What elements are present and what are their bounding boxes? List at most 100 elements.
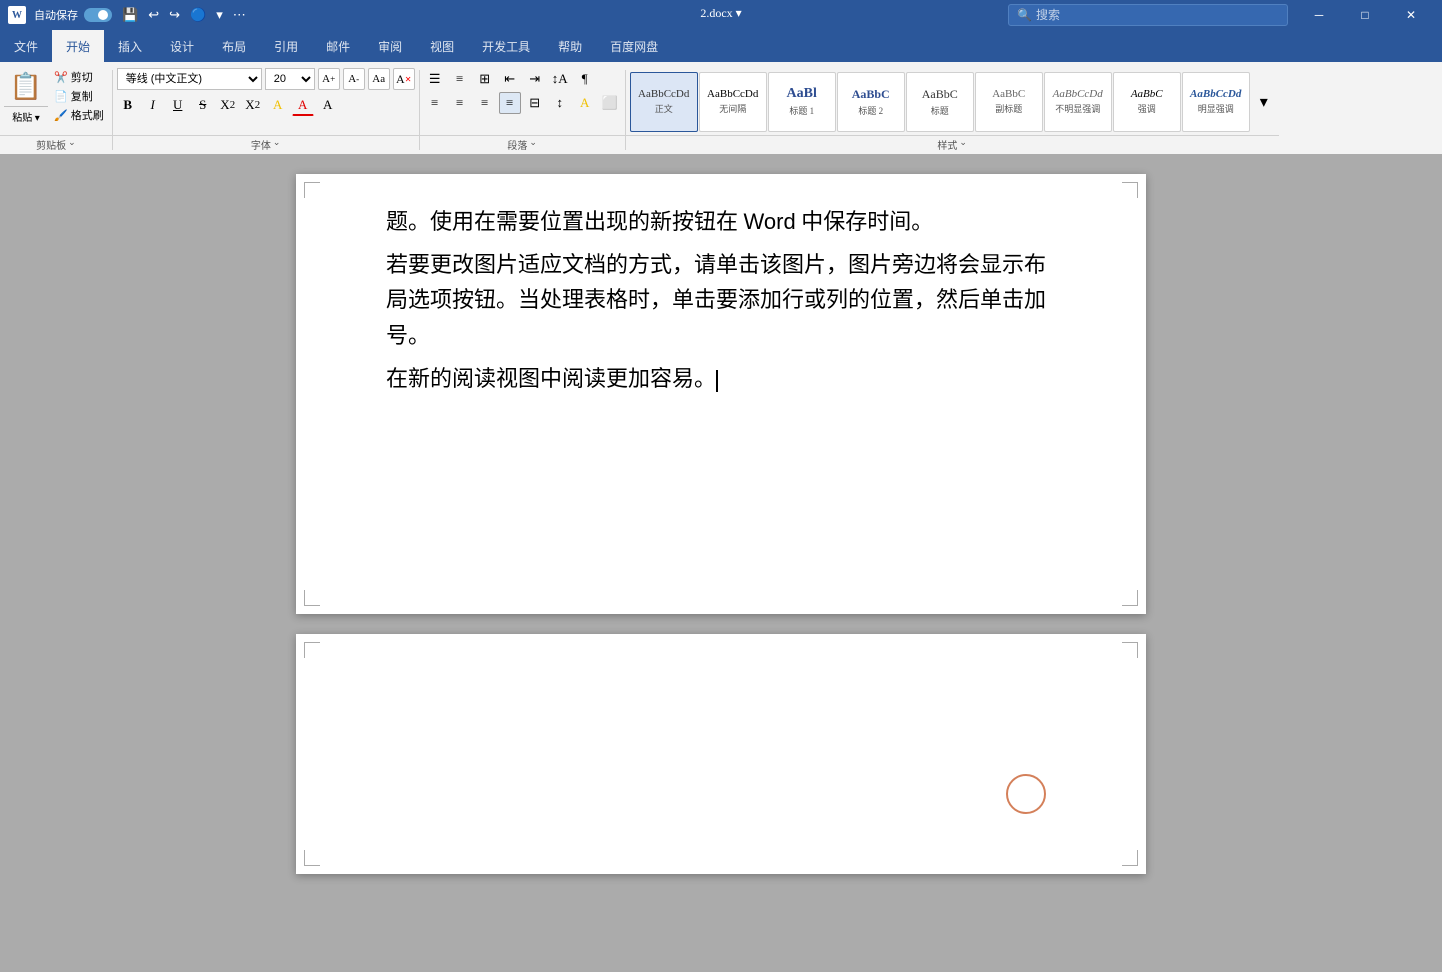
columns-button[interactable]: ⊟ [524,92,546,114]
style-no-spacing[interactable]: AaBbCcDd 无间隔 [699,72,767,132]
style-subtle-emphasis-name: 不明显强调 [1055,102,1100,115]
font-shrink-button[interactable]: A- [343,68,365,90]
style-no-spacing-preview: AaBbCcDd [707,88,758,100]
styles-expand-button[interactable]: ⌄ [959,137,967,152]
sort-button[interactable]: ↕A [549,68,571,90]
justify-button[interactable]: ≡ [499,92,521,114]
cursor-indicator [1006,774,1046,814]
cut-icon: ✂️ [54,71,68,84]
style-subtle-emphasis[interactable]: AaBbCcDd 不明显强调 [1044,72,1112,132]
save-button[interactable]: 💾 [118,5,142,25]
style-heading1[interactable]: AaBl 标题 1 [768,72,836,132]
highlight-button[interactable]: A [267,94,289,116]
bold-button[interactable]: B [117,94,139,116]
style-heading2[interactable]: AaBbC 标题 2 [837,72,905,132]
auto-save-options[interactable]: 🔵 [186,5,210,25]
font-effects-button[interactable]: A [317,94,339,116]
paste-dropdown[interactable]: 粘贴 ▾ [4,106,48,126]
tab-references[interactable]: 引用 [260,30,312,62]
bullets-button[interactable]: ☰ [424,68,446,90]
style-normal-name: 正文 [655,102,673,115]
tab-view[interactable]: 视图 [416,30,468,62]
search-icon: 🔍 [1017,8,1032,23]
align-left-button[interactable]: ≡ [424,92,446,114]
subscript-button[interactable]: X2 [217,94,239,116]
redo-button[interactable]: ↪ [165,5,184,25]
cut-button[interactable]: ✂️ 剪切 [50,68,108,86]
page-1-content[interactable]: 题。使用在需要位置出现的新按钮在 Word 中保存时间。 若要更改图片适应文档的… [386,204,1056,396]
paste-button[interactable]: 📋 粘贴 ▾ [4,68,48,128]
tab-insert[interactable]: 插入 [104,30,156,62]
style-subtle-emphasis-preview: AaBbCcDd [1053,88,1103,100]
ribbon-tab-bar: 文件 开始 插入 设计 布局 引用 邮件 审阅 视图 开发工具 帮助 百度网盘 [0,30,1442,62]
paragraph-2[interactable]: 若要更改图片适应文档的方式，请单击该图片，图片旁边将会显示布局选项按钮。当处理表… [386,247,1056,353]
tab-baidu[interactable]: 百度网盘 [596,30,672,62]
search-bar[interactable]: 🔍 [1008,4,1288,26]
close-button[interactable]: ✕ [1388,0,1434,30]
tab-mail[interactable]: 邮件 [312,30,364,62]
multilevel-list-button[interactable]: ⊞ [474,68,496,90]
style-intense-emphasis[interactable]: AaBbCcDd 明显强调 [1182,72,1250,132]
borders-button[interactable]: ⬜ [599,92,621,114]
search-input[interactable] [1036,8,1279,22]
tab-review[interactable]: 审阅 [364,30,416,62]
tab-help[interactable]: 帮助 [544,30,596,62]
paragraph-3[interactable]: 在新的阅读视图中阅读更加容易。 [386,361,1056,396]
strikethrough-button[interactable]: S [192,94,214,116]
copy-button[interactable]: 📄 复制 [50,87,108,105]
styles-scroll-down[interactable]: ▾ [1253,91,1275,113]
change-case-button[interactable]: Aa [368,68,390,90]
font-group: 等线 (中文正文) 20 A+ A- Aa A✕ B I U S X2 X2 A [113,66,419,154]
line-spacing-button[interactable]: ↕ [549,92,571,114]
font-grow-button[interactable]: A+ [318,68,340,90]
tab-layout[interactable]: 布局 [208,30,260,62]
increase-indent-button[interactable]: ⇥ [524,68,546,90]
align-right-button[interactable]: ≡ [474,92,496,114]
page-2[interactable] [296,634,1146,874]
style-normal[interactable]: AaBbCcDd 正文 [630,72,698,132]
tab-developer[interactable]: 开发工具 [468,30,544,62]
style-subtitle-preview: AaBbC [992,88,1025,100]
format-painter-label: 格式刷 [71,107,104,123]
paste-icon: 📋 [4,68,48,106]
font-color-button[interactable]: A [292,94,314,116]
word-text: Word [744,209,796,234]
page-2-corner-tl [304,642,320,658]
align-center-button[interactable]: ≡ [449,92,471,114]
style-heading2-name: 标题 2 [858,104,883,117]
page-corner-tl [304,182,320,198]
more-commands[interactable]: ⋯ [229,5,250,25]
minimize-button[interactable]: ─ [1296,0,1342,30]
tab-home[interactable]: 开始 [52,30,104,62]
underline-button[interactable]: U [167,94,189,116]
paragraph-expand-button[interactable]: ⌄ [529,137,537,152]
clipboard-side-buttons: ✂️ 剪切 📄 复制 🖌️ 格式刷 [50,68,108,124]
autosave-toggle[interactable] [84,8,112,22]
tab-file[interactable]: 文件 [0,30,52,62]
quick-access-toolbar: W 自动保存 💾 ↩ ↪ 🔵 ▾ ⋯ [8,5,250,25]
style-title-name: 标题 [931,104,949,117]
font-expand-button[interactable]: ⌄ [273,137,281,152]
show-marks-button[interactable]: ¶ [574,68,596,90]
superscript-button[interactable]: X2 [242,94,264,116]
restore-button[interactable]: □ [1342,0,1388,30]
tab-design[interactable]: 设计 [156,30,208,62]
style-emphasis[interactable]: AaBbC 强调 [1113,72,1181,132]
numbering-button[interactable]: ≡ [449,68,471,90]
customize-qat[interactable]: ▾ [212,5,227,25]
clear-format-button[interactable]: A✕ [393,68,415,90]
shading-button[interactable]: A [574,92,596,114]
paragraph-1[interactable]: 题。使用在需要位置出现的新按钮在 Word 中保存时间。 [386,204,1056,239]
italic-button[interactable]: I [142,94,164,116]
word-icon: W [8,6,26,24]
clipboard-expand-button[interactable]: ⌄ [68,137,76,152]
format-painter-button[interactable]: 🖌️ 格式刷 [50,106,108,124]
style-title[interactable]: AaBbC 标题 [906,72,974,132]
decrease-indent-button[interactable]: ⇤ [499,68,521,90]
style-subtitle[interactable]: AaBbC 副标题 [975,72,1043,132]
font-size-select[interactable]: 20 [265,68,315,90]
font-name-select[interactable]: 等线 (中文正文) [117,68,262,90]
styles-group-label: 样式 [937,137,957,152]
page-1[interactable]: 题。使用在需要位置出现的新按钮在 Word 中保存时间。 若要更改图片适应文档的… [296,174,1146,614]
undo-button[interactable]: ↩ [144,5,163,25]
